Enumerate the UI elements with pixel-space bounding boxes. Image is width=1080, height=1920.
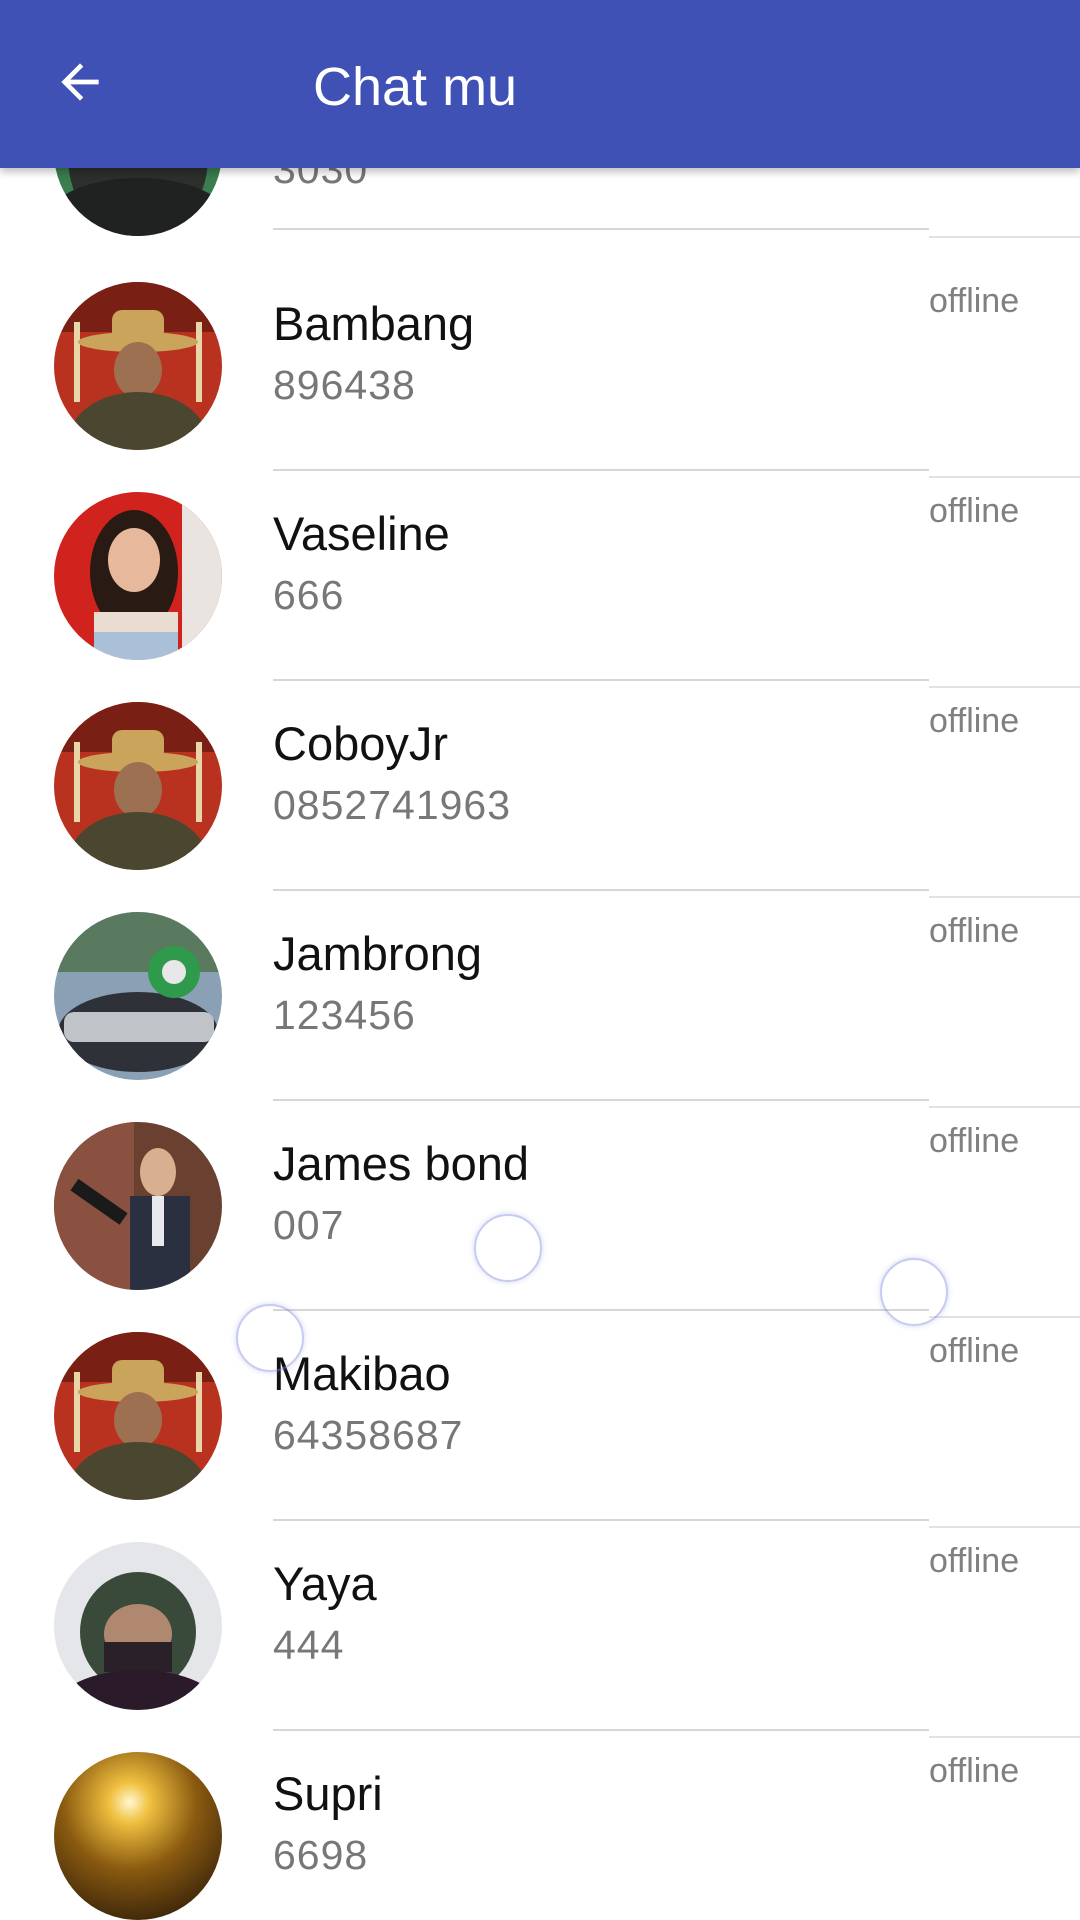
contact-name: Makibao — [273, 1347, 451, 1400]
contact-number: 007 — [273, 1202, 345, 1248]
contact-number: 123456 — [273, 992, 416, 1038]
list-item[interactable]: Jambrong 123456 offline — [0, 868, 1080, 1108]
contact-number: 444 — [273, 1622, 345, 1668]
list-item[interactable]: Bambang 896438 offline — [0, 238, 1080, 478]
list-item[interactable]: James bond 007 offline — [0, 1078, 1080, 1318]
status-label: offline — [929, 1332, 1020, 1370]
contact-name: Vaseline — [273, 507, 450, 560]
list-item[interactable]: CoboyJr 0852741963 offline — [0, 658, 1080, 898]
contact-number: 64358687 — [273, 1412, 464, 1458]
avatar — [54, 1542, 222, 1710]
contact-name: James bond — [273, 1137, 530, 1190]
chat-screen: Chat mu 3030 Bambang 896438 offline Vase… — [0, 0, 1080, 1920]
status-label: offline — [929, 1542, 1020, 1580]
contact-name: Supri — [273, 1767, 383, 1820]
back-button[interactable] — [40, 44, 120, 124]
page-title: Chat mu — [313, 57, 518, 117]
contact-number: 0852741963 — [273, 782, 512, 828]
contact-number: 896438 — [273, 362, 416, 408]
arrow-back-icon — [52, 54, 108, 115]
list-item[interactable]: Supri 6698 offline — [0, 1708, 1080, 1920]
avatar — [54, 1752, 222, 1920]
contact-number: 6698 — [273, 1832, 369, 1878]
list-item[interactable]: Vaseline 666 offline — [0, 448, 1080, 688]
avatar — [54, 1122, 222, 1290]
contact-name: Bambang — [273, 297, 475, 350]
list-item[interactable]: Makibao 64358687 offline — [0, 1288, 1080, 1528]
status-label: offline — [929, 1752, 1020, 1790]
avatar — [54, 912, 222, 1080]
status-label: offline — [929, 492, 1020, 530]
contact-name: Yaya — [273, 1557, 377, 1610]
divider — [273, 228, 929, 230]
status-label: offline — [929, 1122, 1020, 1160]
contact-name: CoboyJr — [273, 717, 449, 770]
contact-name: Jambrong — [273, 927, 482, 980]
avatar — [54, 282, 222, 450]
list-item[interactable]: Yaya 444 offline — [0, 1498, 1080, 1738]
avatar — [54, 702, 222, 870]
status-label: offline — [929, 912, 1020, 950]
avatar — [54, 492, 222, 660]
app-bar: Chat mu — [0, 0, 1080, 168]
status-label: offline — [929, 702, 1020, 740]
avatar — [54, 1332, 222, 1500]
status-label: offline — [929, 282, 1020, 320]
contact-number: 666 — [273, 572, 345, 618]
